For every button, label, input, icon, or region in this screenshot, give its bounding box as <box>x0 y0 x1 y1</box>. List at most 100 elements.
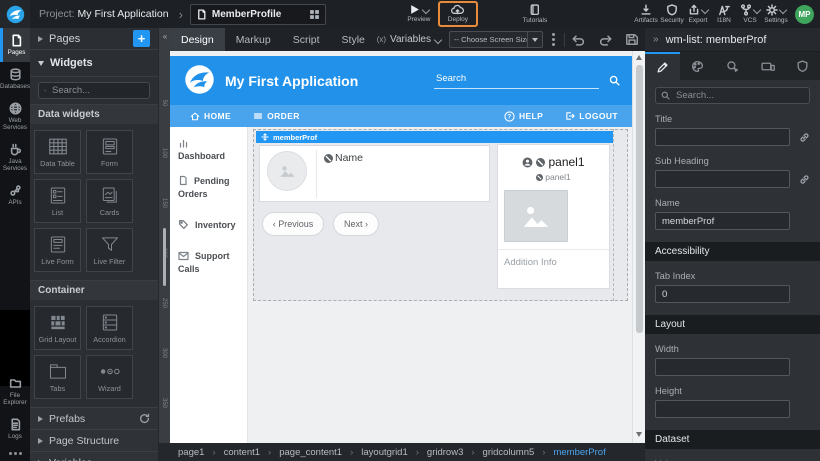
previous-page-button[interactable]: ‹ Previous <box>262 212 324 236</box>
title-input[interactable] <box>655 128 790 146</box>
widget-tile-live-form[interactable]: Live Form <box>34 228 81 272</box>
breadcrumb-layoutgrid1[interactable]: layoutgrid1 <box>361 447 407 458</box>
settings-button[interactable]: Settings <box>763 4 789 25</box>
scroll-down-arrow[interactable] <box>636 432 642 437</box>
collapsed-arrow-icon <box>38 416 43 422</box>
widget-tile-tabs[interactable]: Tabs <box>34 355 81 399</box>
breadcrumb-memberprof[interactable]: memberProf <box>553 447 605 458</box>
save-icon[interactable] <box>625 33 639 46</box>
tutorials-button[interactable]: Tutorials <box>522 4 548 25</box>
artifacts-button[interactable]: Artifacts <box>633 4 659 25</box>
project-name: My First Application <box>78 8 169 20</box>
security-button[interactable]: Security <box>659 4 685 25</box>
subheading-input[interactable] <box>655 170 790 188</box>
ruler-scrollbar-thumb[interactable] <box>163 228 166 286</box>
document-icon <box>178 175 188 186</box>
widget-tile-live-filter[interactable]: Live Filter <box>86 228 133 272</box>
undo-icon[interactable] <box>571 33 586 46</box>
variables-dropdown[interactable]: (x) Variables <box>377 34 441 45</box>
add-page-button[interactable]: + <box>133 30 150 47</box>
property-search-input[interactable] <box>674 89 798 102</box>
panel-widget[interactable]: panel1 panel1 Addition Info <box>497 144 610 289</box>
sidenav-pending-orders[interactable]: Pending Orders <box>170 165 247 203</box>
pages-section-header[interactable]: Pages + <box>30 28 158 50</box>
scrollbar-thumb[interactable] <box>636 65 643 333</box>
nav-help[interactable]: ? HELP <box>504 111 543 122</box>
widget-tile-data-table[interactable]: Data Table <box>34 130 81 174</box>
bind-link-icon[interactable] <box>799 132 810 143</box>
wavemaker-logo[interactable] <box>0 0 30 28</box>
vcs-button[interactable]: VCS <box>737 4 763 25</box>
breadcrumb-gridcolumn5[interactable]: gridcolumn5 <box>483 447 535 458</box>
width-input[interactable] <box>655 358 790 376</box>
sidenav-inventory[interactable]: Inventory <box>170 203 247 234</box>
rail-item-pages[interactable]: Pages <box>0 28 30 62</box>
page-structure-section-header[interactable]: Page Structure <box>30 429 158 451</box>
rail-item-databases[interactable]: Databases <box>0 62 30 96</box>
export-button[interactable]: Export <box>685 4 711 25</box>
i18n-button[interactable]: I18N <box>711 4 737 25</box>
breadcrumb-page-content1[interactable]: page_content1 <box>279 447 342 458</box>
pages-grid-icon[interactable] <box>309 9 320 20</box>
widget-tile-form[interactable]: Form <box>86 130 133 174</box>
tab-markup[interactable]: Markup <box>225 28 282 51</box>
nav-order[interactable]: ORDER <box>253 111 300 121</box>
widget-search[interactable] <box>38 82 150 99</box>
widget-tile-grid-layout[interactable]: Grid Layout <box>34 306 81 350</box>
height-input[interactable] <box>655 400 790 418</box>
breadcrumb-page1[interactable]: page1 <box>178 447 204 458</box>
name-input[interactable] <box>655 212 790 230</box>
page-selector[interactable]: MemberProfile <box>190 4 326 25</box>
widget-tile-wizard[interactable]: Wizard <box>86 355 133 399</box>
tab-design[interactable]: Design <box>170 28 225 51</box>
rail-item-logs[interactable]: Logs <box>0 412 30 446</box>
redo-icon[interactable] <box>598 33 613 46</box>
sidenav-support-calls[interactable]: Support Calls <box>170 234 247 278</box>
rail-more-icon[interactable] <box>0 446 30 461</box>
rail-item-web-services[interactable]: Web Services <box>0 96 30 137</box>
tabindex-input[interactable] <box>655 285 790 303</box>
nav-home[interactable]: HOME <box>190 111 231 121</box>
tab-properties[interactable] <box>645 52 680 80</box>
rail-item-java-services[interactable]: Java Services <box>0 137 30 178</box>
widget-tile-cards[interactable]: Cards <box>86 179 133 223</box>
rail-item-apis[interactable]: APIs <box>0 178 30 212</box>
widget-search-input[interactable] <box>50 84 144 97</box>
user-avatar[interactable]: MP <box>795 5 814 24</box>
bind-link-icon[interactable] <box>799 174 810 185</box>
app-search-icon[interactable] <box>609 75 620 86</box>
app-search[interactable]: Search <box>434 73 599 89</box>
widget-tile-list[interactable]: List <box>34 179 81 223</box>
next-page-button[interactable]: Next › <box>333 212 379 236</box>
property-search[interactable] <box>655 87 810 104</box>
rail-item-file-explorer[interactable]: File Explorer <box>0 371 30 412</box>
sidenav-dashboard[interactable]: Dashboard <box>170 127 247 165</box>
tab-devices[interactable] <box>750 52 785 80</box>
tab-script[interactable]: Script <box>282 28 331 51</box>
nav-logout[interactable]: LOGOUT <box>565 111 618 121</box>
more-options-icon[interactable] <box>552 33 555 46</box>
refresh-icon[interactable] <box>139 413 150 424</box>
tabs-icon <box>48 362 68 381</box>
widgets-section-header[interactable]: Widgets <box>30 50 158 77</box>
download-icon <box>640 4 652 16</box>
design-canvas: My First Application Search HOME ORDER ?… <box>170 51 632 443</box>
canvas-scrollbar[interactable] <box>632 51 645 443</box>
collapse-right-panel-button[interactable]: » <box>653 34 659 45</box>
breadcrumb-gridrow3[interactable]: gridrow3 <box>427 447 463 458</box>
widget-tile-accordion[interactable]: Accordion <box>86 306 133 350</box>
screen-size-select[interactable]: -- Choose Screen Size -- <box>449 31 543 48</box>
tab-style[interactable]: Style <box>331 28 376 51</box>
scroll-up-arrow[interactable] <box>636 55 642 60</box>
list-item-template[interactable]: Name <box>259 145 490 202</box>
preview-button[interactable]: Preview <box>406 4 432 24</box>
variables-section-header[interactable]: Variables <box>30 451 158 461</box>
prefabs-section-header[interactable]: Prefabs <box>30 407 158 429</box>
breadcrumb-content1[interactable]: content1 <box>224 447 260 458</box>
tab-security[interactable] <box>785 52 820 80</box>
deploy-button[interactable]: Deploy <box>438 1 478 27</box>
tab-styles[interactable] <box>680 52 715 80</box>
tab-events[interactable] <box>715 52 750 80</box>
list-widget-titlebar[interactable]: memberProf <box>256 131 613 143</box>
panel-title: panel1 <box>548 155 584 169</box>
